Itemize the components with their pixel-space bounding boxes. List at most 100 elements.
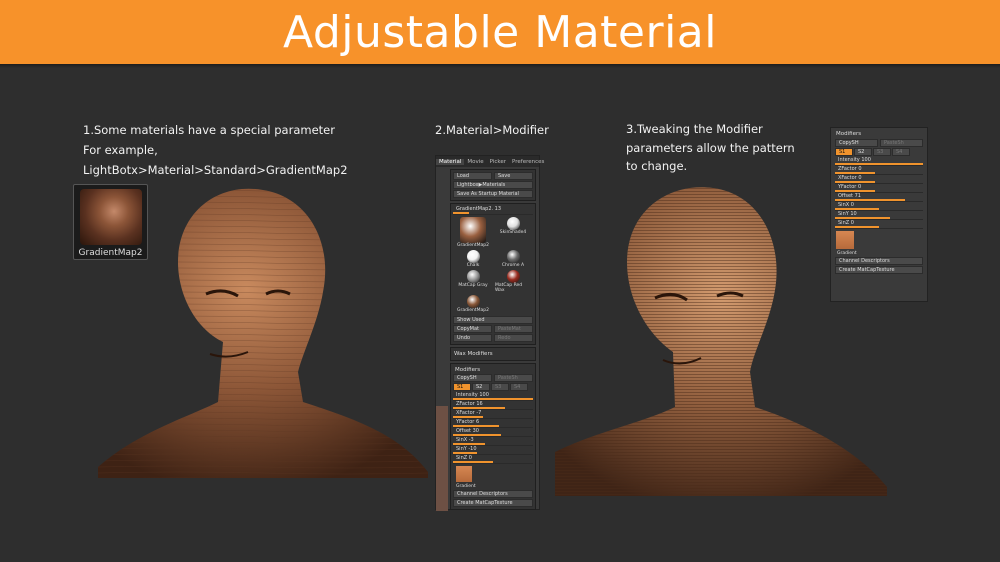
modifier-slider[interactable]: SinX -3 — [453, 437, 533, 446]
modifier-slider-fill — [453, 416, 484, 418]
material-selector-section: GradientMap2. 13 GradientMap2 SkinShade4 C… — [450, 203, 536, 345]
material-item-label: SkinShade4 — [499, 230, 527, 235]
modifier-sliders-right: Intensity 100 ZFactor 0 XFactor 0 YFactor 0… — [835, 157, 923, 229]
channel-descriptors-button[interactable]: Channel Descriptors — [453, 490, 533, 498]
modifier-slider-fill — [453, 461, 493, 463]
modifiers-panel: Modifiers CopySH PasteSh S1 S2 S3 S4 Int… — [830, 127, 928, 302]
step3-line2: parameters allow the pattern — [626, 140, 795, 155]
copymat-button[interactable]: CopyMat — [453, 325, 492, 333]
wax-modifiers-label: Wax Modifiers — [454, 351, 493, 357]
s1-button-right[interactable]: S1 — [835, 148, 853, 156]
step1-caption: 1.Some materials have a special paramete… — [83, 120, 348, 180]
modifier-slider[interactable]: SinZ 0 — [453, 455, 533, 464]
material-sphere-icon — [466, 295, 480, 308]
material-item-label: GradientMap2 — [457, 308, 489, 313]
modifier-slider[interactable]: SinX 0 — [835, 202, 923, 211]
modifier-slider[interactable]: ZFactor 16 — [453, 401, 533, 410]
material-sphere-icon — [506, 250, 520, 263]
current-material-fill — [453, 212, 469, 214]
shader-slot-buttons-right: S1 S2 S3 S4 — [835, 148, 923, 156]
modifier-slider[interactable]: SinY 10 — [835, 211, 923, 220]
modifier-slider[interactable]: ZFactor 0 — [835, 166, 923, 175]
material-item[interactable]: MatCap Gray — [455, 270, 491, 293]
step3-caption: 3.Tweaking the Modifier parameters allow… — [626, 120, 795, 176]
wax-modifiers-header[interactable]: Wax Modifiers — [450, 347, 536, 361]
tab-material[interactable]: Material — [436, 158, 465, 165]
modifier-slider[interactable]: Intensity 100 — [453, 392, 533, 401]
title-banner: Adjustable Material — [0, 0, 1000, 64]
gradient-swatch-right[interactable] — [836, 231, 854, 249]
material-item[interactable]: GradientMap2 — [455, 295, 491, 313]
modifier-slider[interactable]: Intensity 100 — [835, 157, 923, 166]
modifier-slider-fill — [835, 226, 879, 228]
modifier-slider-fill — [453, 434, 501, 436]
s3-button-right[interactable]: S3 — [873, 148, 891, 156]
gradient-label-right: Gradient — [837, 251, 857, 256]
material-item[interactable]: Chalk — [455, 250, 491, 268]
save-startup-material-button[interactable]: Save As Startup Material — [453, 190, 533, 198]
tutorial-slide: Adjustable Material 1.Some materials hav… — [0, 0, 1000, 562]
material-item-label: MatCap Gray — [458, 283, 488, 288]
material-item[interactable]: Chrome A — [495, 250, 531, 268]
modifier-slider-fill — [835, 181, 875, 183]
redo-button[interactable]: Redo — [494, 334, 533, 342]
shader-slot-buttons: S1 S2 S3 S4 — [453, 383, 533, 391]
material-sphere-icon — [466, 270, 480, 283]
pastemat-button[interactable]: PasteMat — [494, 325, 533, 333]
modifier-slider[interactable]: XFactor -7 — [453, 410, 533, 419]
tab-movie[interactable]: Movie — [464, 159, 486, 165]
step2-line1: 2.Material>Modifier — [435, 123, 549, 137]
load-button[interactable]: Load — [453, 172, 492, 180]
banner-shadow — [0, 64, 1000, 68]
modifiers-section: Modifiers CopySH PasteSh S1 S2 S3 S4 Int… — [450, 363, 536, 510]
step3-line3: to change. — [626, 159, 688, 173]
modifier-slider-fill — [453, 425, 500, 427]
create-matcap-texture-button[interactable]: Create MatCapTexture — [453, 499, 533, 507]
gradient-label: Gradient — [456, 484, 476, 489]
s3-button[interactable]: S3 — [491, 383, 509, 391]
pastesh-button-right[interactable]: PasteSh — [880, 139, 923, 147]
channel-descriptors-button-right[interactable]: Channel Descriptors — [835, 257, 923, 265]
modifier-slider[interactable]: YFactor 0 — [835, 184, 923, 193]
step1-line2: For example, — [83, 143, 158, 157]
copysh-button-right[interactable]: CopySH — [835, 139, 878, 147]
material-item-label: MatCap Red Wax — [495, 283, 523, 293]
modifier-slider[interactable]: XFactor 0 — [835, 175, 923, 184]
s4-button-right[interactable]: S4 — [892, 148, 910, 156]
current-material-slider[interactable]: GradientMap2. 13 — [453, 206, 533, 215]
modifier-slider[interactable]: Offset 30 — [453, 428, 533, 437]
modifier-slider-fill — [835, 172, 875, 174]
modifier-slider[interactable]: SinZ 0 — [835, 220, 923, 229]
tab-preferences[interactable]: Preferences — [509, 159, 547, 165]
material-palette: Material Movie Picker Preferences Load S… — [435, 155, 544, 511]
s2-button[interactable]: S2 — [472, 383, 490, 391]
tab-picker[interactable]: Picker — [487, 159, 509, 165]
modifier-slider-fill — [835, 208, 879, 210]
material-item[interactable]: SkinShade4 — [495, 217, 531, 248]
modifiers-title: Modifiers — [455, 367, 481, 373]
modifier-slider[interactable]: SinY -10 — [453, 446, 533, 455]
step2-caption: 2.Material>Modifier — [435, 120, 549, 140]
step1-line3: LightBotx>Material>Standard>GradientMap2 — [83, 163, 348, 177]
pastesh-button[interactable]: PasteSh — [494, 374, 533, 382]
material-item-label: Chalk — [466, 263, 480, 268]
material-sphere-icon — [460, 217, 486, 243]
create-matcap-texture-button-right[interactable]: Create MatCapTexture — [835, 266, 923, 274]
undo-button[interactable]: Undo — [453, 334, 492, 342]
s1-button[interactable]: S1 — [453, 383, 471, 391]
material-sphere-icon — [506, 270, 520, 283]
s2-button-right[interactable]: S2 — [854, 148, 872, 156]
save-button[interactable]: Save — [494, 172, 533, 180]
s4-button[interactable]: S4 — [510, 383, 528, 391]
show-used-button[interactable]: Show Used — [453, 316, 533, 324]
modifier-slider[interactable]: YFactor 6 — [453, 419, 533, 428]
modifier-slider[interactable]: Offset 71 — [835, 193, 923, 202]
gradient-swatch[interactable] — [456, 466, 472, 482]
lightbox-materials-button[interactable]: Lightbox▶Materials — [453, 181, 533, 189]
material-item[interactable]: MatCap Red Wax — [495, 270, 531, 293]
copysh-button[interactable]: CopySH — [453, 374, 492, 382]
material-sphere-icon — [466, 250, 480, 263]
material-item[interactable]: GradientMap2 — [455, 217, 491, 248]
modifier-slider-fill — [835, 190, 875, 192]
modifier-slider-fill — [453, 443, 485, 445]
